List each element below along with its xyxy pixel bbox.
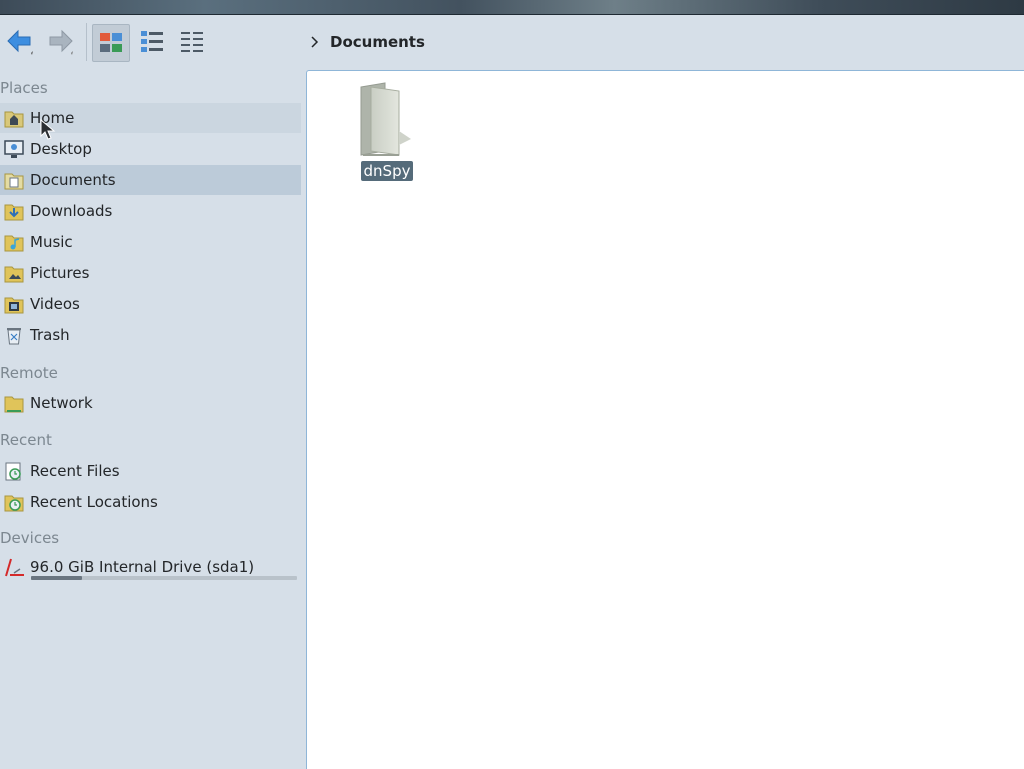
sidebar-item-label: Documents [30,171,116,189]
section-title-devices: Devices [0,529,60,547]
forward-button[interactable] [44,25,76,59]
toolbar-separator [86,23,87,61]
sidebar-item-label: Music [30,233,73,251]
home-folder-icon [2,106,26,130]
file-item-dnspy[interactable]: dnSpy [355,81,419,181]
breadcrumb: Documents [310,31,425,53]
drive-usage-fill [31,576,82,580]
sidebar-item-label: 96.0 GiB Internal Drive (sda1) [30,558,255,576]
sidebar-item-documents[interactable]: Documents [0,165,301,195]
videos-folder-icon [2,292,26,316]
compact-view-button[interactable] [174,24,210,60]
back-button[interactable] [4,25,36,59]
sidebar-item-network[interactable]: Network [0,388,301,418]
documents-folder-icon [2,168,26,192]
section-title-places: Places [0,79,48,97]
places-panel: Places Home Desktop Documents Downloads … [0,72,305,768]
sidebar-item-label: Trash [30,326,70,344]
sidebar-item-label: Recent Locations [30,493,158,511]
sidebar-item-label: Network [30,394,93,412]
sidebar-item-label: Pictures [30,264,90,282]
pictures-folder-icon [2,261,26,285]
section-title-remote: Remote [0,364,58,382]
chevron-right-icon[interactable] [310,35,320,49]
section-title-recent: Recent [0,431,52,449]
details-view-button[interactable] [134,24,170,60]
folder-icon [360,82,411,156]
sidebar-item-trash[interactable]: Trash [0,320,301,350]
sidebar-item-label: Recent Files [30,462,120,480]
mouse-cursor-icon [40,119,56,140]
sidebar-item-recent-locations[interactable]: Recent Locations [0,487,301,517]
window-titlebar [0,0,1024,15]
sidebar-item-recent-files[interactable]: Recent Files [0,456,301,486]
compact-view-icon [181,32,203,52]
file-name: dnSpy [360,161,414,181]
sidebar-item-label: Desktop [30,140,92,158]
toolbar [0,15,1024,71]
file-view[interactable]: dnSpy [306,70,1024,769]
icons-view-button[interactable] [92,24,130,62]
recent-files-icon [2,459,26,483]
downloads-folder-icon [2,199,26,223]
arrow-right-icon [49,29,73,55]
drive-icon [2,555,26,579]
details-view-icon [141,31,163,52]
music-folder-icon [2,230,26,254]
sidebar-item-music[interactable]: Music [0,227,301,257]
sidebar-item-label: Videos [30,295,80,313]
desktop-icon [2,137,26,161]
icons-view-icon [100,33,122,52]
drive-usage-bar [31,576,297,580]
sidebar-item-downloads[interactable]: Downloads [0,196,301,226]
sidebar-item-pictures[interactable]: Pictures [0,258,301,288]
recent-locations-icon [2,490,26,514]
sidebar-item-label: Downloads [30,202,113,220]
network-folder-icon [2,391,26,415]
arrow-left-icon [7,29,33,55]
sidebar-item-videos[interactable]: Videos [0,289,301,319]
trash-icon [2,323,26,347]
breadcrumb-current[interactable]: Documents [330,33,425,51]
